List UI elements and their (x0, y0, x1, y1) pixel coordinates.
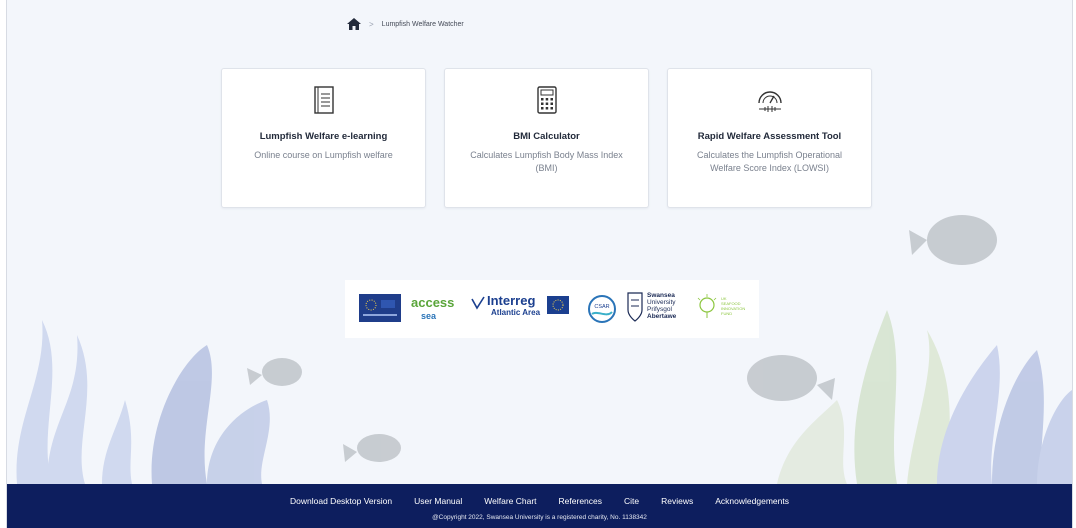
breadcrumb-current: Lumpfish Welfare Watcher (381, 20, 464, 28)
access-logo-subtext: sea (421, 311, 437, 321)
copyright-text: @Copyright 2022, Swansea University is a… (432, 514, 647, 521)
swansea-logo-line-1: Swansea (647, 292, 675, 299)
footer-link-references[interactable]: References (559, 496, 602, 506)
footer-link-user-manual[interactable]: User Manual (414, 496, 462, 506)
interreg-logo-text: Interreg (487, 293, 536, 308)
book-icon (310, 85, 338, 115)
access-logo-text: access (411, 295, 455, 310)
calculator-icon (533, 85, 561, 115)
card-rapid-welfare-assessment[interactable]: Rapid Welfare Assessment Tool Calculates… (667, 68, 872, 208)
card-elearning[interactable]: Lumpfish Welfare e-learning Online cours… (221, 68, 426, 208)
gauge-icon (756, 85, 784, 115)
card-bmi-calculator[interactable]: BMI Calculator Calculates Lumpfish Body … (444, 68, 649, 208)
interreg-logo-subtext: Atlantic Area (491, 308, 541, 317)
page-frame: > Lumpfish Welfare Watcher Lumpfish Welf… (6, 0, 1073, 528)
csar-logo: CSAR (588, 295, 616, 323)
card-description: Calculates Lumpfish Body Mass Index (BMI… (470, 150, 623, 173)
footer-link-acknowledgements[interactable]: Acknowledgements (715, 496, 789, 506)
footer-link-download-desktop[interactable]: Download Desktop Version (290, 496, 392, 506)
card-title: Lumpfish Welfare e-learning (259, 131, 388, 142)
eu-fund-logo (359, 294, 401, 322)
footer-link-reviews[interactable]: Reviews (661, 496, 693, 506)
home-icon[interactable] (347, 18, 361, 30)
card-description: Calculates the Lumpfish Operational Welf… (696, 150, 843, 173)
breadcrumb-separator: > (369, 19, 374, 29)
footer-links: Download Desktop Version User Manual Wel… (7, 496, 1072, 506)
seafood-innovation-fund-logo: UK SEAFOOD INNOVATION FUND (697, 290, 753, 326)
swansea-logo-line-2: University (647, 299, 676, 306)
footer: Download Desktop Version User Manual Wel… (7, 484, 1072, 528)
swansea-university-logo: Swansea University Prifysgol Abertawe (627, 292, 687, 328)
card-title: BMI Calculator (513, 131, 580, 142)
access2sea-logo: access sea (411, 295, 455, 322)
partner-logos: access sea Interreg Atlantic Area CSAR S… (345, 280, 759, 338)
footer-link-cite[interactable]: Cite (624, 496, 639, 506)
card-title: Rapid Welfare Assessment Tool (697, 131, 842, 142)
fund-logo-line-4: FUND (721, 311, 733, 316)
interreg-logo: Interreg Atlantic Area (471, 292, 569, 324)
swansea-logo-line-3: Prifysgol (647, 306, 672, 313)
footer-link-welfare-chart[interactable]: Welfare Chart (484, 496, 536, 506)
csar-logo-text: CSAR (594, 304, 609, 310)
card-description: Online course on Lumpfish welfare (254, 150, 393, 160)
breadcrumb: > Lumpfish Welfare Watcher (347, 15, 464, 33)
swansea-logo-line-4: Abertawe (647, 313, 677, 320)
